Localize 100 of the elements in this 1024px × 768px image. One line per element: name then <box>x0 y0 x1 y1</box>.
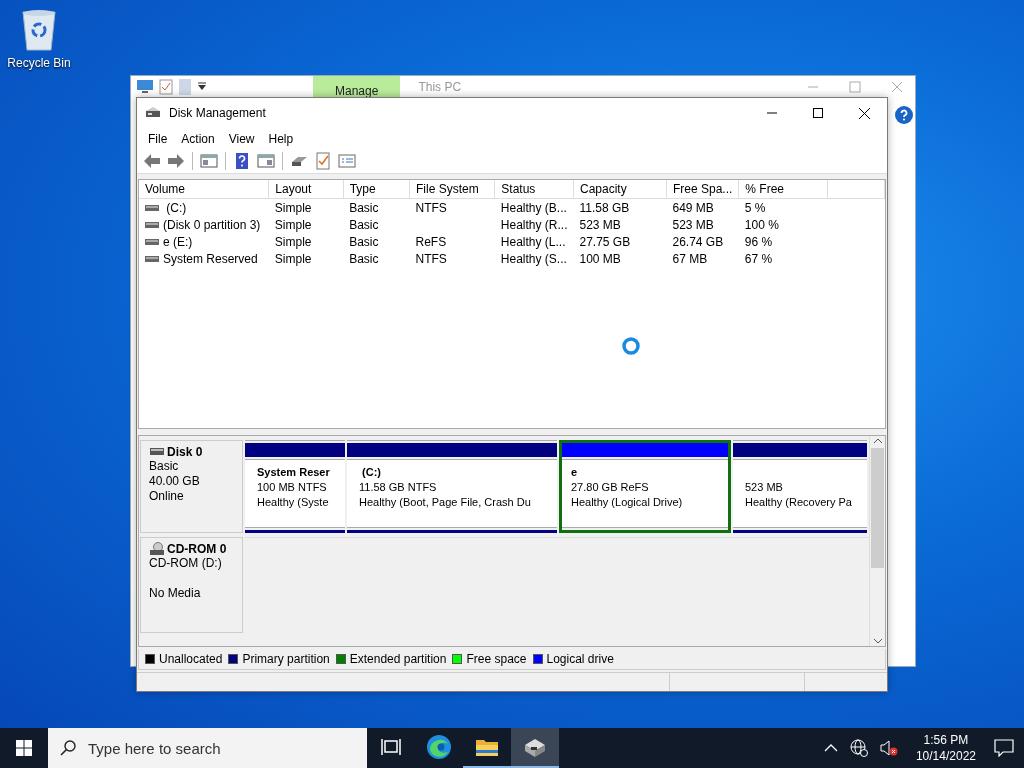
disk-management-icon <box>145 106 161 120</box>
disk-name: CD-ROM 0 <box>167 542 227 556</box>
partition-name: (C:) <box>361 465 381 480</box>
speaker-muted-icon[interactable] <box>877 739 900 757</box>
disk-management-icon <box>523 737 547 757</box>
notifications-icon[interactable] <box>992 739 1016 757</box>
edge-icon <box>426 734 452 760</box>
drive-icon <box>149 447 165 457</box>
maximize-icon <box>813 108 823 118</box>
search-icon <box>60 740 76 756</box>
menu-item[interactable]: View <box>221 131 262 146</box>
table-cell: 100 MB <box>579 251 621 266</box>
drive-icon <box>145 220 159 229</box>
legend-label: Logical drive <box>546 652 614 666</box>
clock[interactable]: 1:56 PM 10/14/2022 <box>907 732 984 764</box>
disk-info: No Media <box>149 586 202 601</box>
window-title: This PC <box>418 80 462 94</box>
loading-spinner-icon <box>621 336 641 356</box>
table-cell: 649 MB <box>672 200 714 215</box>
desktop-icon-label: Recycle Bin <box>7 56 71 70</box>
table-cell: Basic <box>349 200 379 215</box>
scrollbar-thumb[interactable] <box>871 448 884 568</box>
scroll-down-icon[interactable] <box>872 636 883 646</box>
menu-item[interactable]: File <box>141 131 175 146</box>
table-cell: 67 MB <box>672 251 708 266</box>
panel-icon <box>257 152 275 170</box>
drive-icon <box>145 237 159 246</box>
task-view-icon <box>381 738 401 756</box>
column-header[interactable]: Layout <box>268 180 344 199</box>
window-title: Disk Management <box>169 106 266 120</box>
table-cell: 11.58 GB <box>579 200 630 215</box>
table-cell: 27.75 GB <box>579 234 631 249</box>
legend-label: Primary partition <box>242 652 330 666</box>
partition[interactable]: (C:) 11.58 GB NTFS Healthy (Boot, Page File, Crash Du <box>347 440 557 533</box>
close-icon <box>858 107 870 119</box>
partition-size: 27.80 GB ReFS <box>571 480 649 495</box>
forward-arrow-icon <box>167 152 185 170</box>
checklist-icon <box>314 152 332 170</box>
partition[interactable]: System Reser 100 MB NTFS Healthy (Syste <box>245 440 345 533</box>
partition-name: e <box>571 465 578 480</box>
windows-logo-icon <box>16 740 32 756</box>
table-cell: NTFS <box>415 251 447 266</box>
help-icon <box>233 152 251 170</box>
disk-info: 40.00 GB <box>149 474 201 489</box>
dropdown-icon[interactable] <box>197 82 207 92</box>
partition[interactable]: e 27.80 GB ReFS Healthy (Logical Drive) <box>559 440 731 533</box>
search-box[interactable]: Type here to search <box>48 728 367 768</box>
table-cell: 523 MB <box>579 217 621 232</box>
column-header[interactable]: Type <box>343 180 410 199</box>
partition[interactable]: 523 MB Healthy (Recovery Pa <box>733 440 867 533</box>
column-header[interactable]: File System <box>409 180 495 199</box>
column-header[interactable]: Free Spa... <box>666 180 739 199</box>
table-cell: Healthy (B... <box>500 200 567 215</box>
column-header[interactable]: Capacity <box>573 180 667 199</box>
table-cell: 26.74 GB <box>672 234 724 249</box>
table-cell: ReFS <box>415 234 447 249</box>
table-cell: Simple <box>274 200 312 215</box>
table-cell: 5 % <box>744 200 766 215</box>
partition-size: 523 MB <box>745 480 783 495</box>
table-cell: Simple <box>274 251 312 266</box>
partition-size: 100 MB NTFS <box>257 480 327 495</box>
table-cell: Healthy (L... <box>500 234 566 249</box>
table-cell: NTFS <box>415 200 447 215</box>
menu-item[interactable]: Action <box>174 131 222 146</box>
search-field[interactable]: Type here to search <box>86 738 350 758</box>
taskbar-app[interactable] <box>511 728 559 768</box>
help-icon[interactable] <box>895 106 913 124</box>
globe-icon[interactable] <box>847 739 870 757</box>
table-cell: System Reserved <box>163 251 258 266</box>
table-cell: 523 MB <box>672 217 714 232</box>
legend-label: Unallocated <box>159 652 223 666</box>
table-cell: 100 % <box>744 217 779 232</box>
menu-item[interactable]: Help <box>261 131 301 146</box>
list-icon <box>338 152 356 170</box>
table-cell: 67 % <box>744 251 773 266</box>
checklist-icon <box>159 79 173 95</box>
legend-label: Free space <box>466 652 527 666</box>
table-cell: Healthy (R... <box>500 217 568 232</box>
recycle-bin-icon[interactable] <box>19 8 59 52</box>
scroll-up-icon[interactable] <box>872 436 883 446</box>
partition-size: 11.58 GB NTFS <box>359 480 437 495</box>
column-header[interactable]: Volume <box>139 180 269 199</box>
disk-info: Online <box>149 489 185 504</box>
table-cell: (Disk 0 partition 3) <box>163 217 261 232</box>
drive-icon <box>145 254 159 263</box>
table-cell: Basic <box>349 234 379 249</box>
partition-status: Healthy (Boot, Page File, Crash Du <box>359 495 531 510</box>
back-arrow-icon <box>143 152 161 170</box>
table-cell: 96 % <box>744 234 773 249</box>
partition-status: Healthy (Recovery Pa <box>745 495 852 510</box>
column-header[interactable]: Status <box>494 180 574 199</box>
table-cell: Simple <box>274 217 312 232</box>
column-header[interactable]: % Free <box>738 180 828 199</box>
table-cell: Healthy (S... <box>500 251 567 266</box>
partition-status: Healthy (Syste <box>257 495 329 510</box>
cd-drive-icon <box>149 542 165 556</box>
disk-info: CD-ROM (D:) <box>149 556 223 571</box>
disk-info: Basic <box>149 459 180 474</box>
ribbon-tab[interactable]: Manage <box>313 76 401 98</box>
table-cell: Basic <box>349 251 379 266</box>
